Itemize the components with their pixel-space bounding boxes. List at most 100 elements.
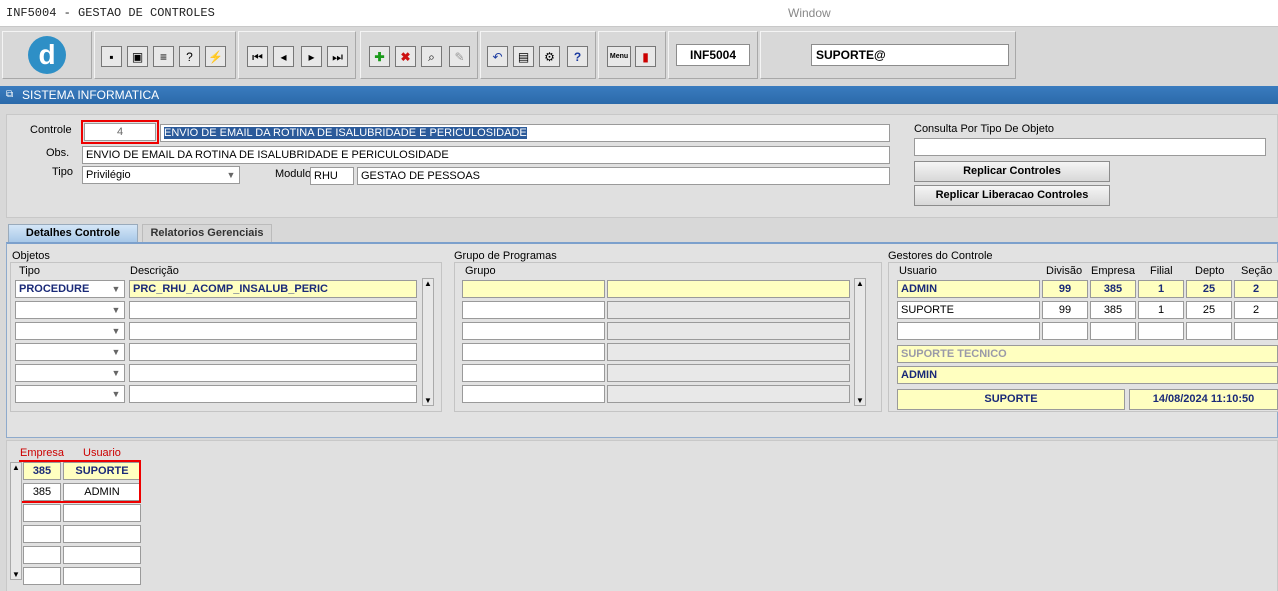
toolbar-group-form: INF5004 bbox=[668, 31, 758, 79]
liberacao-row-3-empresa[interactable] bbox=[23, 504, 61, 522]
gestor-row-2-empresa[interactable]: 385 bbox=[1090, 301, 1136, 319]
gestor-row-1-empresa[interactable]: 385 bbox=[1090, 280, 1136, 298]
grupo-row-3-descricao bbox=[607, 322, 850, 340]
chevron-down-icon: ▼ bbox=[111, 368, 121, 378]
clipboard-icon[interactable]: ▤ bbox=[513, 46, 534, 67]
tab-detalhes-controle[interactable]: Detalhes Controle bbox=[8, 224, 138, 242]
objeto-row-3-tipo[interactable]: ▼ bbox=[15, 322, 125, 340]
modulo-code-field[interactable]: RHU bbox=[310, 167, 354, 185]
user-field: SUPORTE@ bbox=[811, 44, 1009, 66]
liberacao-row-5-empresa[interactable] bbox=[23, 546, 61, 564]
obs-field[interactable]: ENVIO DE EMAIL DA ROTINA DE ISALUBRIDADE… bbox=[82, 146, 890, 164]
gestores-col-secao: Seção bbox=[1241, 265, 1273, 277]
settings-icon[interactable]: ⚙ bbox=[539, 46, 560, 67]
delete-record-icon[interactable]: ✖ bbox=[395, 46, 416, 67]
grupo-row-3-codigo[interactable] bbox=[462, 322, 605, 340]
objeto-row-1-tipo[interactable]: PROCEDURE ▼ bbox=[15, 280, 125, 298]
previous-record-icon[interactable]: ◂ bbox=[273, 46, 294, 67]
grupo-row-6-codigo[interactable] bbox=[462, 385, 605, 403]
gestor-row-3-secao[interactable] bbox=[1234, 322, 1278, 340]
tab-relatorios-gerenciais[interactable]: Relatorios Gerenciais bbox=[142, 224, 272, 242]
window-icon[interactable]: ▣ bbox=[127, 46, 148, 67]
app-title: INF5004 - GESTAO DE CONTROLES bbox=[6, 6, 215, 20]
next-record-icon[interactable]: ▸ bbox=[301, 46, 322, 67]
save-icon[interactable]: ▪ bbox=[101, 46, 122, 67]
grupo-row-5-codigo[interactable] bbox=[462, 364, 605, 382]
search-icon[interactable]: ⌕ bbox=[421, 46, 442, 67]
last-record-icon[interactable]: ⏭ bbox=[327, 46, 348, 67]
controle-description-field[interactable]: ENVIO DE EMAIL DA ROTINA DE ISALUBRIDADE… bbox=[160, 124, 890, 142]
menu-icon[interactable]: Menu bbox=[607, 46, 631, 67]
gestor-row-3-empresa[interactable] bbox=[1090, 322, 1136, 340]
undo-icon[interactable]: ↶ bbox=[487, 46, 508, 67]
gestor-row-2-usuario[interactable]: SUPORTE bbox=[897, 301, 1040, 319]
objeto-row-2-tipo[interactable]: ▼ bbox=[15, 301, 125, 319]
gestor-row-3-depto[interactable] bbox=[1186, 322, 1232, 340]
grupo-row-5-descricao bbox=[607, 364, 850, 382]
exit-icon[interactable]: ▮ bbox=[635, 46, 656, 67]
grupo-scrollbar[interactable]: ▲ ▼ bbox=[854, 278, 866, 406]
liberacao-row-6-empresa[interactable] bbox=[23, 567, 61, 585]
scroll-up-icon[interactable]: ▲ bbox=[423, 279, 433, 288]
objetos-col-descricao: Descrição bbox=[130, 265, 179, 277]
toolbar-group-user: SUPORTE@ bbox=[760, 31, 1016, 79]
query-help-icon[interactable]: ? bbox=[179, 46, 200, 67]
replicar-controles-button[interactable]: Replicar Controles bbox=[914, 161, 1110, 182]
liberacao-scrollbar[interactable]: ▲ ▼ bbox=[10, 462, 22, 580]
scroll-down-icon[interactable]: ▼ bbox=[423, 396, 433, 405]
gestores-col-usuario: Usuario bbox=[899, 265, 937, 277]
objeto-row-6-tipo[interactable]: ▼ bbox=[15, 385, 125, 403]
gestor-row-2-divisao[interactable]: 99 bbox=[1042, 301, 1088, 319]
scroll-up-icon[interactable]: ▲ bbox=[855, 279, 865, 288]
gestor-row-3-filial[interactable] bbox=[1138, 322, 1184, 340]
scroll-down-icon[interactable]: ▼ bbox=[855, 396, 865, 405]
gestores-col-depto: Depto bbox=[1195, 265, 1225, 277]
liberacao-row-5-usuario[interactable] bbox=[63, 546, 141, 564]
grupo-row-1-codigo[interactable] bbox=[462, 280, 605, 298]
gestor-row-1-divisao[interactable]: 99 bbox=[1042, 280, 1088, 298]
grupo-row-6-descricao bbox=[607, 385, 850, 403]
liberacao-row-4-usuario[interactable] bbox=[63, 525, 141, 543]
grupo-row-4-descricao bbox=[607, 343, 850, 361]
gestor-row-2-secao[interactable]: 2 bbox=[1234, 301, 1278, 319]
print-icon[interactable]: ≡ bbox=[153, 46, 174, 67]
gestor-row-1-usuario[interactable]: ADMIN bbox=[897, 280, 1040, 298]
clear-icon[interactable]: ✎ bbox=[449, 46, 470, 67]
gestor-row-1-secao[interactable]: 2 bbox=[1234, 280, 1278, 298]
replicar-liberacao-button[interactable]: Replicar Liberacao Controles bbox=[914, 185, 1110, 206]
help-icon[interactable]: ? bbox=[567, 46, 588, 67]
liberacao-row-6-usuario[interactable] bbox=[63, 567, 141, 585]
liberacao-row-3-usuario[interactable] bbox=[63, 504, 141, 522]
tipo-select[interactable]: Privilégio ▼ bbox=[82, 166, 240, 184]
objeto-row-5-tipo[interactable]: ▼ bbox=[15, 364, 125, 382]
insert-record-icon[interactable]: ✚ bbox=[369, 46, 390, 67]
objeto-row-4-descricao[interactable] bbox=[129, 343, 417, 361]
execute-query-icon[interactable]: ⚡ bbox=[205, 46, 226, 67]
tipo-label: Tipo bbox=[52, 166, 73, 178]
scroll-down-icon[interactable]: ▼ bbox=[11, 570, 21, 579]
gestor-row-2-filial[interactable]: 1 bbox=[1138, 301, 1184, 319]
toolbar-group-menu: Menu ▮ bbox=[598, 31, 666, 79]
liberacao-row-4-empresa[interactable] bbox=[23, 525, 61, 543]
gestor-row-1-filial[interactable]: 1 bbox=[1138, 280, 1184, 298]
scroll-up-icon[interactable]: ▲ bbox=[11, 463, 21, 472]
modulo-description-field[interactable]: GESTAO DE PESSOAS bbox=[357, 167, 890, 185]
first-record-icon[interactable]: ⏮ bbox=[247, 46, 268, 67]
grupo-row-2-codigo[interactable] bbox=[462, 301, 605, 319]
gestor-row-1-depto[interactable]: 25 bbox=[1186, 280, 1232, 298]
objeto-row-4-tipo[interactable]: ▼ bbox=[15, 343, 125, 361]
gestor-row-3-divisao[interactable] bbox=[1042, 322, 1088, 340]
gestor-info-user-field: ADMIN bbox=[897, 366, 1278, 384]
objeto-row-5-descricao[interactable] bbox=[129, 364, 417, 382]
gestor-row-3-usuario[interactable] bbox=[897, 322, 1040, 340]
gestor-row-2-depto[interactable]: 25 bbox=[1186, 301, 1232, 319]
objeto-row-1-descricao[interactable]: PRC_RHU_ACOMP_INSALUB_PERIC bbox=[129, 280, 417, 298]
consulta-field[interactable] bbox=[914, 138, 1266, 156]
grupo-row-4-codigo[interactable] bbox=[462, 343, 605, 361]
chevron-down-icon: ▼ bbox=[111, 347, 121, 357]
objeto-row-6-descricao[interactable] bbox=[129, 385, 417, 403]
objetos-scrollbar[interactable]: ▲ ▼ bbox=[422, 278, 434, 406]
gestor-setor-field: SUPORTE TECNICO bbox=[897, 345, 1278, 363]
objeto-row-3-descricao[interactable] bbox=[129, 322, 417, 340]
objeto-row-2-descricao[interactable] bbox=[129, 301, 417, 319]
